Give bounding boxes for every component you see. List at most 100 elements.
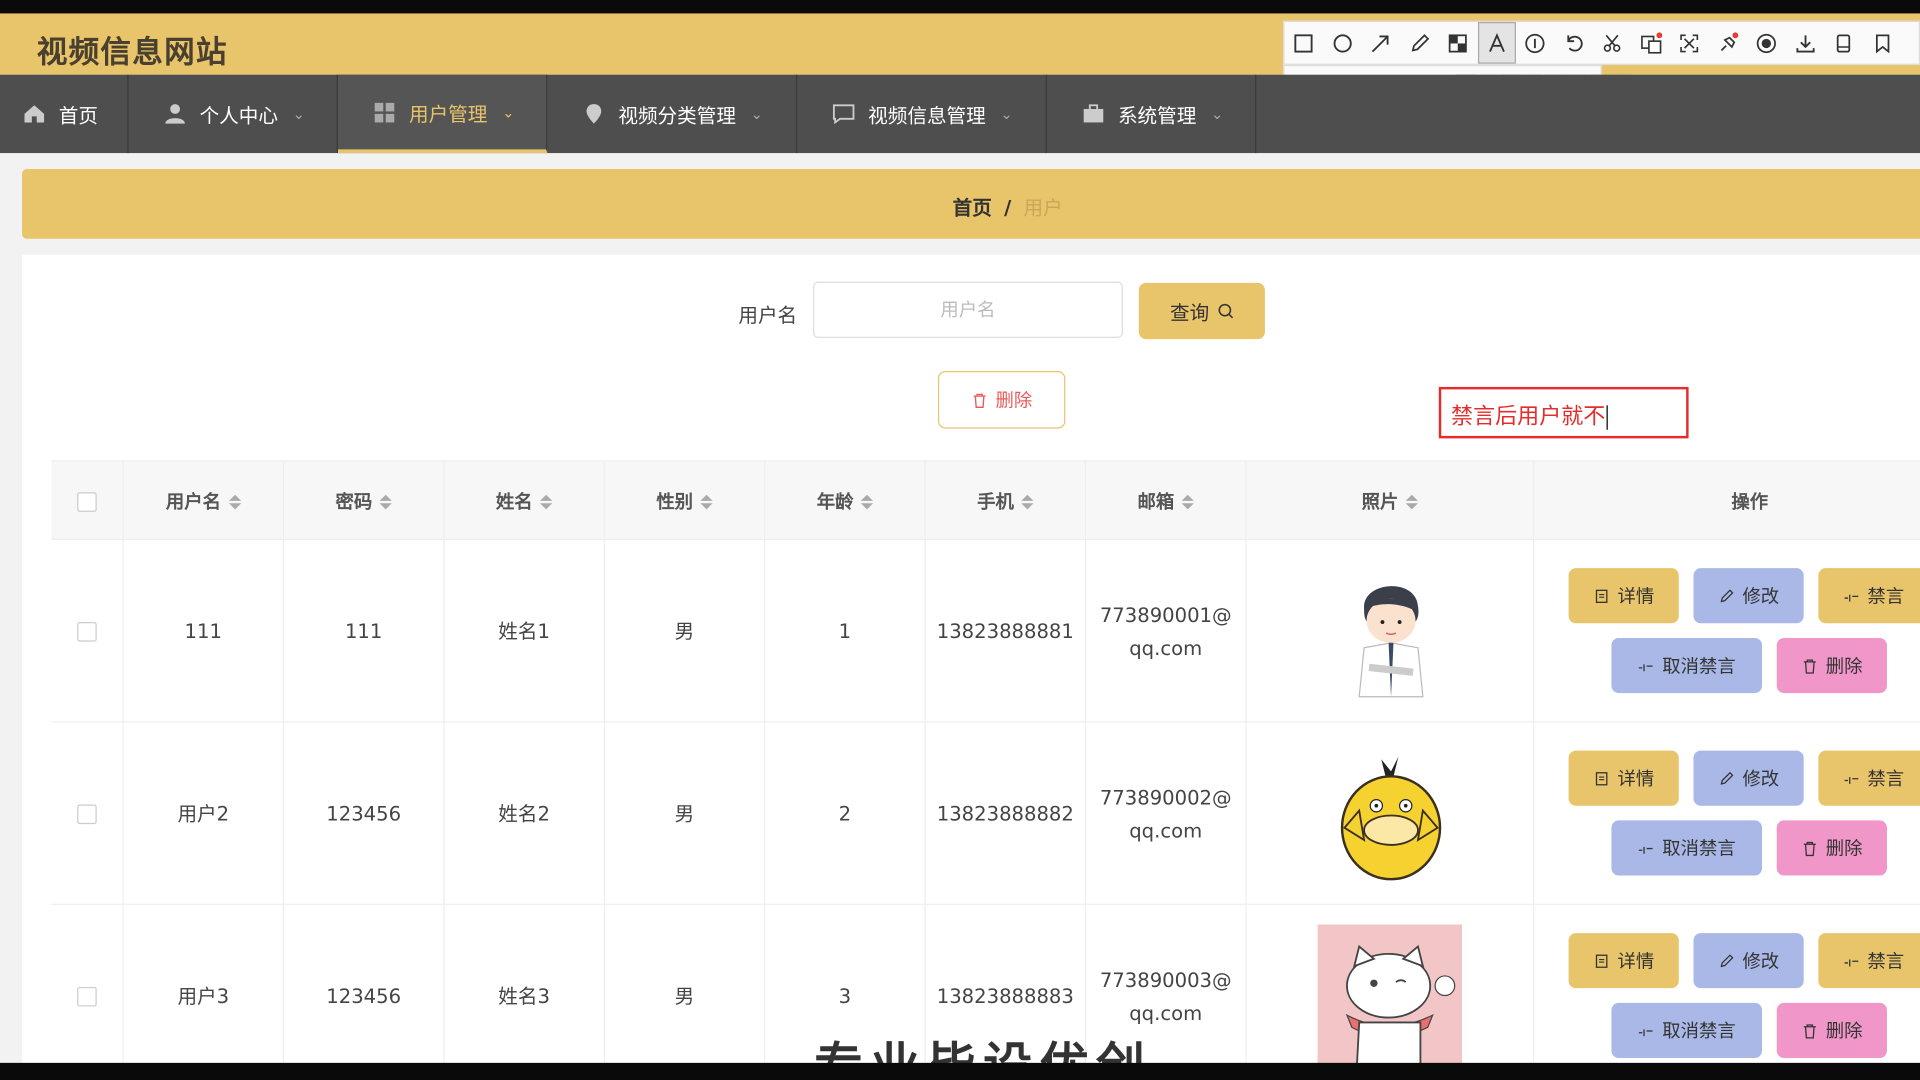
cell-photo bbox=[1247, 540, 1535, 723]
fullscreen-capture-icon[interactable] bbox=[1670, 22, 1709, 64]
row-checkbox[interactable] bbox=[77, 986, 97, 1006]
column-header-phone[interactable]: 手机 bbox=[926, 461, 1087, 542]
cell-phone: 13823888881 bbox=[926, 540, 1087, 723]
search-button-label: 查询 bbox=[1169, 303, 1210, 325]
row-checkbox[interactable] bbox=[77, 621, 97, 642]
delete-label: 删除 bbox=[1825, 1021, 1863, 1043]
search-button[interactable]: 查询 bbox=[1138, 282, 1265, 340]
avatar-boy-image bbox=[1358, 585, 1424, 697]
search-label: 用户名 bbox=[738, 303, 798, 327]
pin-icon[interactable] bbox=[1709, 22, 1748, 64]
edit-button[interactable]: 修改 bbox=[1693, 568, 1804, 624]
nav-item-video-info[interactable]: 视频信息管理 ⌄ bbox=[797, 74, 1047, 154]
rectangle-tool-icon[interactable] bbox=[1285, 22, 1324, 64]
translate-icon[interactable] bbox=[1632, 22, 1671, 64]
ellipse-tool-icon[interactable] bbox=[1323, 22, 1362, 64]
select-all-checkbox[interactable] bbox=[77, 491, 97, 512]
annotation-text-box[interactable]: 禁言后用户就不 bbox=[1438, 386, 1689, 439]
detail-button[interactable]: 详情 bbox=[1568, 933, 1679, 989]
detail-button[interactable]: 详情 bbox=[1568, 750, 1679, 806]
device-icon[interactable] bbox=[1825, 22, 1864, 64]
scissors-icon[interactable] bbox=[1593, 22, 1632, 64]
cell-email: 773890001@ qq.com bbox=[1086, 540, 1247, 723]
table-header: 用户名 密码 姓名 性别 年龄 手机 邮箱 照片 操作 bbox=[51, 460, 1920, 542]
sort-icon[interactable] bbox=[379, 494, 392, 509]
table-row: 111 111 姓名1 男 1 13823888881 773890001@ qq.com 详情… bbox=[51, 540, 1920, 723]
cell-gender: 男 bbox=[605, 904, 766, 1080]
delete-label: 删除 bbox=[1825, 838, 1863, 860]
delete-button[interactable]: 删除 bbox=[1776, 820, 1887, 876]
sort-icon[interactable] bbox=[700, 494, 713, 509]
cell-password: 123456 bbox=[284, 722, 445, 905]
sort-icon[interactable] bbox=[228, 494, 241, 509]
email-line: 773890003@ bbox=[1099, 967, 1232, 992]
unban-button[interactable]: 取消禁言 bbox=[1611, 820, 1763, 876]
delete-button[interactable]: 删除 bbox=[1776, 1002, 1887, 1058]
nav-label: 首页 bbox=[58, 104, 98, 128]
delete-button[interactable]: 删除 bbox=[1776, 637, 1887, 694]
column-header-username[interactable]: 用户名 bbox=[124, 461, 285, 542]
unban-label: 取消禁言 bbox=[1662, 1021, 1736, 1043]
column-header-actions: 操作 bbox=[1731, 491, 1769, 514]
ban-button[interactable]: 禁言 bbox=[1818, 933, 1920, 989]
cell-actions: 详情 修改 禁言 取消禁言 删除 bbox=[1534, 540, 1920, 722]
main-nav: 首页 个人中心 ⌄ 用户管理 ⌄ 视频分类管理 ⌄ 视频信息管理 ⌄ 系统管理 ⌄ bbox=[0, 74, 1920, 154]
email-line: 773890001@ bbox=[1099, 603, 1232, 627]
ban-button[interactable]: 禁言 bbox=[1818, 568, 1920, 624]
grid-icon bbox=[374, 102, 395, 122]
ban-button[interactable]: 禁言 bbox=[1818, 750, 1920, 806]
text-tool-icon[interactable] bbox=[1477, 22, 1516, 64]
site-title: 视频信息网站 bbox=[36, 34, 228, 70]
avatar-duck-image bbox=[1340, 756, 1442, 880]
trash-icon bbox=[1803, 658, 1816, 674]
nav-item-profile[interactable]: 个人中心 ⌄ bbox=[129, 74, 338, 154]
breadcrumb-separator: / bbox=[1004, 195, 1012, 220]
edit-button[interactable]: 修改 bbox=[1693, 750, 1804, 806]
mute-icon bbox=[1844, 594, 1859, 601]
avatar-cat-image bbox=[1317, 923, 1463, 1069]
mosaic-tool-icon[interactable] bbox=[1439, 22, 1478, 64]
user-icon bbox=[165, 104, 185, 124]
download-icon[interactable] bbox=[1786, 22, 1825, 64]
edit-button[interactable]: 修改 bbox=[1693, 933, 1804, 989]
document-icon bbox=[1595, 771, 1608, 785]
username-search-input[interactable] bbox=[813, 281, 1123, 338]
home-icon bbox=[24, 105, 45, 123]
bookmark-icon[interactable] bbox=[1863, 22, 1902, 64]
nav-item-user-management[interactable]: 用户管理 ⌄ bbox=[337, 74, 548, 154]
cell-email: 773890002@ qq.com bbox=[1086, 722, 1247, 905]
detail-button[interactable]: 详情 bbox=[1568, 568, 1679, 624]
row-checkbox[interactable] bbox=[77, 803, 97, 824]
column-header-email[interactable]: 邮箱 bbox=[1086, 461, 1247, 542]
nav-item-video-category[interactable]: 视频分类管理 ⌄ bbox=[547, 74, 798, 154]
cell-username: 111 bbox=[124, 540, 285, 723]
bulk-delete-button[interactable]: 删除 bbox=[937, 371, 1066, 429]
sort-icon[interactable] bbox=[860, 494, 874, 509]
undo-icon[interactable] bbox=[1555, 22, 1594, 64]
select-all-cell bbox=[51, 461, 124, 542]
nav-item-home[interactable]: 首页 bbox=[0, 74, 129, 154]
edit-label: 修改 bbox=[1742, 768, 1780, 790]
sort-icon[interactable] bbox=[1181, 494, 1194, 509]
arrow-tool-icon[interactable] bbox=[1362, 22, 1401, 64]
email-line: 773890002@ bbox=[1099, 785, 1232, 809]
column-header-gender[interactable]: 性别 bbox=[605, 461, 766, 542]
unban-button[interactable]: 取消禁言 bbox=[1611, 637, 1763, 694]
mute-icon bbox=[1844, 958, 1859, 966]
column-header-photo[interactable]: 照片 bbox=[1247, 461, 1535, 542]
unban-button[interactable]: 取消禁言 bbox=[1611, 1002, 1763, 1058]
column-header-name[interactable]: 姓名 bbox=[444, 461, 605, 542]
column-header-age[interactable]: 年龄 bbox=[765, 461, 926, 542]
sort-icon[interactable] bbox=[1405, 494, 1418, 509]
unban-label: 取消禁言 bbox=[1662, 838, 1736, 860]
cell-gender: 男 bbox=[605, 540, 766, 723]
sort-icon[interactable] bbox=[540, 494, 553, 509]
search-icon bbox=[1217, 303, 1233, 319]
nav-item-system[interactable]: 系统管理 ⌄ bbox=[1047, 74, 1257, 154]
column-header-password[interactable]: 密码 bbox=[284, 461, 445, 542]
record-icon[interactable] bbox=[1747, 22, 1786, 64]
pen-tool-icon[interactable] bbox=[1400, 22, 1439, 64]
sort-icon[interactable] bbox=[1021, 494, 1034, 509]
breadcrumb-home[interactable]: 首页 bbox=[953, 196, 992, 219]
number-marker-icon[interactable] bbox=[1516, 22, 1555, 64]
